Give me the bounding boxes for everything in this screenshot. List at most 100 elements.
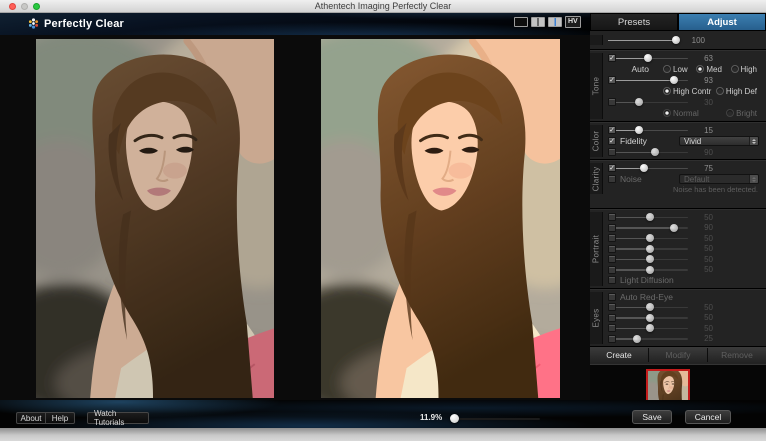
checkbox-tint-correction[interactable] [608,148,616,156]
footer-bar: About Help Watch Tutorials 11.9% Save Ca… [0,400,766,428]
create-button[interactable]: Create [590,348,649,362]
slider-thumb-opacity[interactable] [672,36,680,44]
checkbox-skin-depth-bias[interactable] [608,98,616,106]
two-up-view-icon[interactable] [531,17,545,27]
slider-dark-circles[interactable] [616,323,688,333]
app-window: Athentech Imaging Perfectly Clear Perfec… [0,0,766,441]
value-face-slimming: 50 [693,244,713,253]
checkbox-depth[interactable]: ✓ [608,76,616,84]
single-view-icon[interactable] [514,17,528,27]
slider-thumb-perfectly-smooth[interactable] [646,213,654,221]
slider-sharpening[interactable] [616,163,688,173]
row-catchlight: Catchlight25 [603,334,675,345]
checkbox-shine-removal[interactable] [608,266,616,274]
checkbox-sharpening[interactable]: ✓ [608,164,616,172]
section-label-color: Color [590,125,603,157]
dropdown-noise[interactable]: Default [679,174,759,184]
value-skin-depth-bias: 30 [693,98,713,107]
slider-blemish-removal[interactable] [616,254,688,264]
row-dark-circles: Dark Circles50 [603,323,675,334]
slider-depth[interactable] [616,75,688,85]
slider-thumb-face-slimming[interactable] [646,245,654,253]
slider-thumb-vibrancy[interactable] [635,126,643,134]
slider-skin-tone[interactable] [616,223,688,233]
slider-shine-removal[interactable] [616,265,688,275]
dropdown-fidelity[interactable]: Vivid [679,136,759,146]
slider-thumb-teeth-whitening[interactable] [646,234,654,242]
about-button[interactable]: About [16,412,46,424]
radio-dot-med [696,65,704,73]
split-view-icon[interactable] [548,17,562,27]
radio-high-def[interactable]: High Def [716,87,757,96]
photo-before[interactable] [36,39,274,398]
checkbox-light-diffusion[interactable] [608,276,616,284]
checkbox-vibrancy[interactable]: ✓ [608,126,616,134]
cancel-button[interactable]: Cancel [685,410,731,424]
slider-thumb-depth[interactable] [670,76,678,84]
checkbox-fidelity[interactable]: ✓ [608,137,616,145]
checkbox-face-slimming[interactable] [608,245,616,253]
slider-thumb-skin-depth-bias[interactable] [635,98,643,106]
tab-adjust[interactable]: Adjust [678,13,766,31]
hv-toggle-button[interactable]: HV [565,16,581,28]
radio-med[interactable]: Med [696,65,722,74]
slider-eye-enhance[interactable] [616,302,688,312]
radio-normal[interactable]: Normal [663,109,699,118]
checkbox-perfectly-smooth[interactable] [608,213,616,221]
slider-vibrancy[interactable] [616,125,688,135]
slider-thumb-blemish-removal[interactable] [646,255,654,263]
slider-exposure[interactable] [616,53,688,63]
adjust-panel: Opacity100Tone✓Exposure63AutoLowMedHigh✓… [590,31,766,408]
tab-presets[interactable]: Presets [590,13,678,31]
radio-high-contr[interactable]: High Contr [663,87,711,96]
radio-low[interactable]: Low [663,65,688,74]
radio-bright[interactable]: Bright [726,109,757,118]
slider-thumb-dark-circles[interactable] [646,324,654,332]
checkbox-exposure[interactable]: ✓ [608,54,616,62]
checkbox-eye-enlarge[interactable] [608,314,616,322]
slider-face-slimming[interactable] [616,244,688,254]
remove-button[interactable]: Remove [708,348,766,362]
window-title: Athentech Imaging Perfectly Clear [0,1,766,11]
slider-opacity[interactable] [608,35,680,45]
checkbox-teeth-whitening[interactable] [608,234,616,242]
save-button[interactable]: Save [632,410,672,424]
slider-thumb-catchlight[interactable] [633,335,641,343]
checkbox-noise[interactable] [608,175,616,183]
slider-eye-enlarge[interactable] [616,313,688,323]
slider-thumb-eye-enlarge[interactable] [646,314,654,322]
slider-tint-correction[interactable] [616,147,688,157]
checkbox-auto-red-eye[interactable] [608,293,616,301]
titlebar: Athentech Imaging Perfectly Clear [0,0,766,13]
slider-skin-depth-bias[interactable] [616,97,688,107]
slider-thumb-shine-removal[interactable] [646,266,654,274]
noise-detected-note: Noise has been detected. [608,185,762,194]
value-shine-removal: 50 [693,265,713,274]
zoom-slider-thumb[interactable] [450,414,459,423]
checkbox-dark-circles[interactable] [608,324,616,332]
slider-catchlight[interactable] [616,334,688,344]
checkbox-catchlight[interactable] [608,335,616,343]
slider-thumb-skin-tone[interactable] [670,224,678,232]
checkbox-blemish-removal[interactable] [608,255,616,263]
radio-group: Low Med High [663,65,763,74]
value-dark-circles: 50 [693,324,713,333]
slider-perfectly-smooth[interactable] [616,212,688,222]
checkbox-eye-enhance[interactable] [608,303,616,311]
row-blemish-removal: Blemish removal50 [603,254,675,265]
modify-button[interactable]: Modify [649,348,708,362]
radio-high[interactable]: High [731,65,757,74]
slider-thumb-tint-correction[interactable] [651,148,659,156]
zoom-slider-track[interactable] [452,418,540,420]
row-eye-enlarge: Eye Enlarge50 [603,313,675,324]
photo-after[interactable] [321,39,560,398]
help-button[interactable]: Help [45,412,75,424]
slider-thumb-eye-enhance[interactable] [646,303,654,311]
watch-tutorials-button[interactable]: Watch Tutorials [87,412,149,424]
value-eye-enlarge: 50 [693,313,713,322]
slider-thumb-exposure[interactable] [644,54,652,62]
section-eyes: EyesAuto Red-EyeEye Enhance50Eye Enlarge… [590,289,766,348]
checkbox-skin-tone[interactable] [608,224,616,232]
slider-teeth-whitening[interactable] [616,233,688,243]
slider-thumb-sharpening[interactable] [640,164,648,172]
